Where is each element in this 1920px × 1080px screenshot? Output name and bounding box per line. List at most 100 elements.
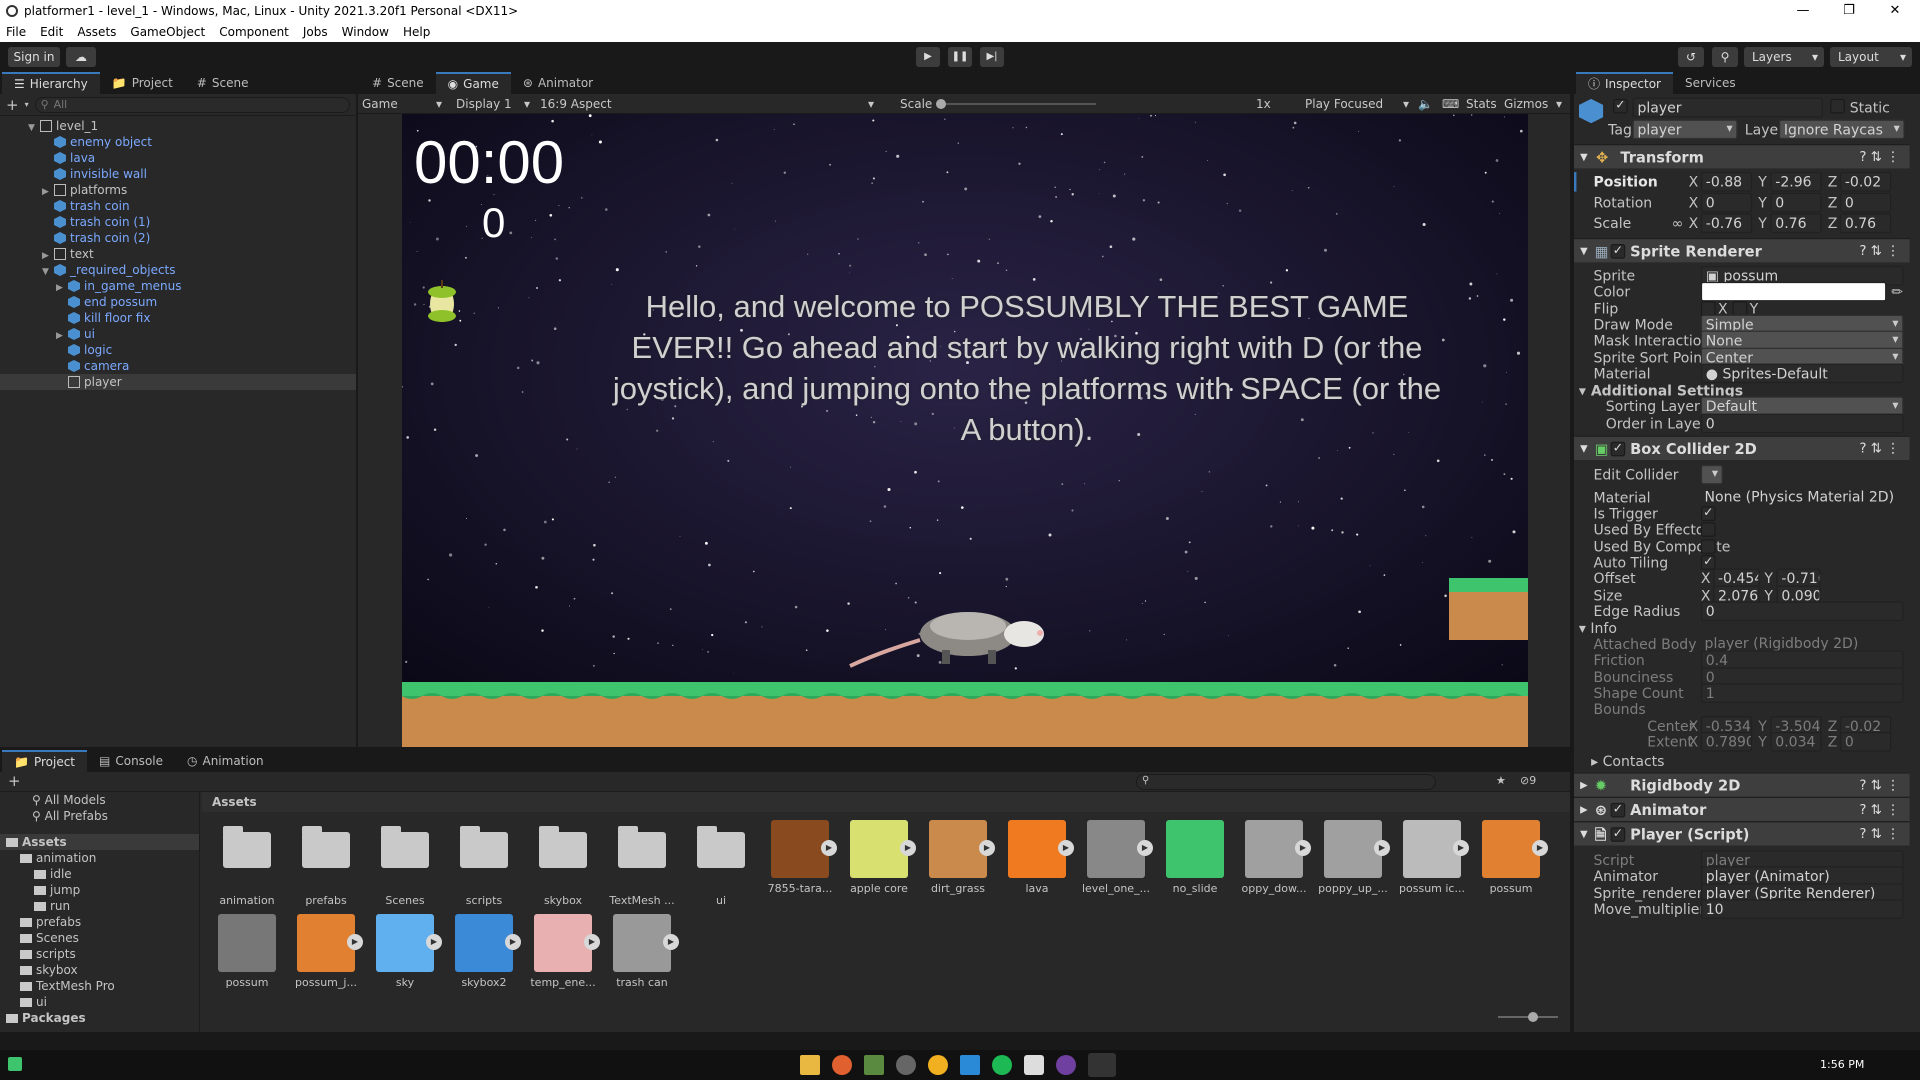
hierarchy-item[interactable]: kill floor fix (0, 310, 356, 326)
expand-play-icon[interactable]: ▶ (426, 934, 442, 950)
effector-checkbox[interactable] (1700, 522, 1716, 537)
tag-dropdown[interactable]: player (1632, 119, 1738, 140)
asset-item[interactable]: no_slide (1158, 820, 1232, 895)
game-mode-dropdown[interactable]: Game ▾ (362, 94, 446, 114)
expand-play-icon[interactable]: ▶ (505, 934, 521, 950)
asset-folder[interactable]: scripts (447, 820, 521, 907)
hierarchy-item[interactable]: camera (0, 358, 356, 374)
asset-item[interactable]: ▶ oppy_dow... (1237, 820, 1311, 895)
expand-play-icon[interactable]: ▶ (1137, 840, 1153, 856)
hierarchy-item[interactable]: ▶ ui (0, 326, 356, 342)
asset-item[interactable]: possum (210, 914, 284, 989)
scale-y-field[interactable]: 0.76 (1770, 213, 1822, 234)
aspect-dropdown[interactable]: 16:9 Aspect ▾ (540, 94, 874, 114)
maximize-button[interactable]: ❐ (1826, 0, 1872, 22)
asset-item[interactable]: ▶ apple core (842, 820, 916, 895)
edit-collider-button[interactable] (1700, 464, 1723, 485)
stats-button[interactable]: Stats (1466, 94, 1497, 114)
add-icon[interactable]: + (6, 96, 19, 114)
asset-item[interactable]: ▶ possum_j... (289, 914, 363, 989)
asset-item[interactable]: ▶ temp_ene... (526, 914, 600, 989)
link-icon[interactable]: ∞ (1672, 214, 1684, 234)
component-menu-icon[interactable]: ? ⇅ ⋮ (1859, 145, 1899, 169)
app-icon[interactable] (928, 1055, 948, 1075)
component-menu-icon[interactable]: ? ⇅ ⋮ (1859, 822, 1899, 846)
layers-dropdown[interactable]: Layers ▾ (1744, 47, 1824, 67)
thumbnail-size-slider[interactable] (1498, 1012, 1558, 1022)
hidden-count-badge[interactable]: ⊘9 (1520, 774, 1536, 787)
vscode-icon[interactable] (960, 1055, 980, 1075)
menu-gameobject[interactable]: GameObject (130, 25, 205, 39)
expand-play-icon[interactable]: ▶ (584, 934, 600, 950)
hierarchy-item[interactable]: trash coin (1) (0, 214, 356, 230)
component-menu-icon[interactable]: ? ⇅ ⋮ (1859, 774, 1899, 798)
tab-scene[interactable]: # Scene (185, 72, 261, 94)
static-checkbox[interactable] (1830, 98, 1845, 114)
expand-play-icon[interactable]: ▶ (663, 934, 679, 950)
hierarchy-item[interactable]: player (0, 374, 356, 390)
asset-item[interactable]: ▶ lava (1000, 820, 1074, 895)
discord-icon[interactable] (896, 1055, 916, 1075)
firefox-icon[interactable] (832, 1055, 852, 1075)
tab-project[interactable]: 📁 Project (100, 72, 185, 94)
add-icon[interactable]: + (8, 772, 21, 790)
cloud-icon[interactable]: ☁ (66, 47, 96, 67)
start-menu-icon[interactable] (8, 1057, 22, 1071)
transform-header[interactable]: ▼ ✥ Transform? ⇅ ⋮ (1574, 144, 1910, 169)
scale-z-field[interactable]: 0.76 (1839, 213, 1892, 234)
hierarchy-search-input[interactable]: ⚲ All (34, 96, 350, 113)
asset-item[interactable]: ▶ possum ic... (1395, 820, 1469, 895)
assets-breadcrumb[interactable]: Assets (202, 792, 1570, 812)
unity-editor-taskbar-icon[interactable] (1088, 1053, 1116, 1077)
scale-slider-thumb[interactable] (936, 99, 946, 109)
rigidbody-header[interactable]: ▶ ✹ Rigidbody 2D? ⇅ ⋮ (1574, 772, 1910, 798)
hierarchy-item[interactable]: ▶ in_game_menus (0, 278, 356, 294)
asset-item[interactable]: ▶ trash can (605, 914, 679, 989)
tab-hierarchy[interactable]: ☰ Hierarchy (2, 72, 100, 94)
minimize-button[interactable]: — (1780, 0, 1826, 22)
file-explorer-icon[interactable] (800, 1055, 820, 1075)
gizmos-dropdown[interactable]: Gizmos ▾ (1504, 94, 1562, 114)
hierarchy-item[interactable]: ▶ platforms (0, 182, 356, 198)
project-folder-item[interactable]: Scenes (0, 930, 199, 946)
project-folder-item[interactable]: idle (0, 866, 199, 882)
tab-services[interactable]: Services (1673, 72, 1748, 94)
rotation-x-field[interactable]: 0 (1700, 192, 1753, 213)
move-multiplier-field[interactable]: 10 (1700, 899, 1904, 919)
expand-play-icon[interactable]: ▶ (1374, 840, 1390, 856)
tab-scene-view[interactable]: # Scene (360, 72, 436, 94)
active-checkbox[interactable]: ✓ (1613, 98, 1628, 114)
step-button[interactable]: ▶| (980, 47, 1004, 67)
hierarchy-item[interactable]: logic (0, 342, 356, 358)
tab-console[interactable]: ▤ Console (87, 750, 175, 772)
project-folder-item[interactable]: Packages (0, 1010, 199, 1026)
component-menu-icon[interactable]: ? ⇅ ⋮ (1859, 239, 1899, 263)
asset-item[interactable]: ▶ possum (1474, 820, 1548, 895)
game-canvas[interactable]: 00:00 0 Hello, and welcome to POSSUMBLY … (402, 114, 1528, 747)
hierarchy-item[interactable]: invisible wall (0, 166, 356, 182)
component-menu-icon[interactable]: ? ⇅ ⋮ (1859, 437, 1899, 461)
rotation-z-field[interactable]: 0 (1839, 192, 1892, 213)
animator-header[interactable]: ▶ ⊛ ✓ Animator? ⇅ ⋮ (1574, 796, 1910, 822)
thumbnail-size-thumb[interactable] (1528, 1012, 1538, 1022)
close-button[interactable]: ✕ (1872, 0, 1918, 22)
asset-folder[interactable]: ui (684, 820, 758, 907)
project-folder-item[interactable]: prefabs (0, 914, 199, 930)
expand-play-icon[interactable]: ▶ (979, 840, 995, 856)
menu-help[interactable]: Help (403, 25, 430, 39)
project-folder-item[interactable]: skybox (0, 962, 199, 978)
expand-play-icon[interactable]: ▶ (1295, 840, 1311, 856)
object-name-field[interactable]: player (1632, 97, 1823, 118)
asset-item[interactable]: ▶ poppy_up_... (1316, 820, 1390, 895)
asset-item[interactable]: ▶ sky (368, 914, 442, 989)
tab-animator[interactable]: ⊛ Animator (511, 72, 605, 94)
tab-project-bottom[interactable]: 📁 Project (2, 750, 88, 772)
tab-inspector[interactable]: ⓘ Inspector (1576, 72, 1673, 94)
position-z-field[interactable]: -0.02 (1839, 172, 1892, 192)
asset-item[interactable]: ▶ 7855-tara... (763, 820, 837, 895)
favorite-all-models[interactable]: ⚲ All Models (0, 792, 199, 808)
position-x-field[interactable]: -0.88 (1700, 172, 1753, 192)
scale-x-field[interactable]: -0.76 (1700, 213, 1753, 234)
unity-hub-icon[interactable] (1024, 1055, 1044, 1075)
scale-slider[interactable] (936, 94, 1100, 114)
